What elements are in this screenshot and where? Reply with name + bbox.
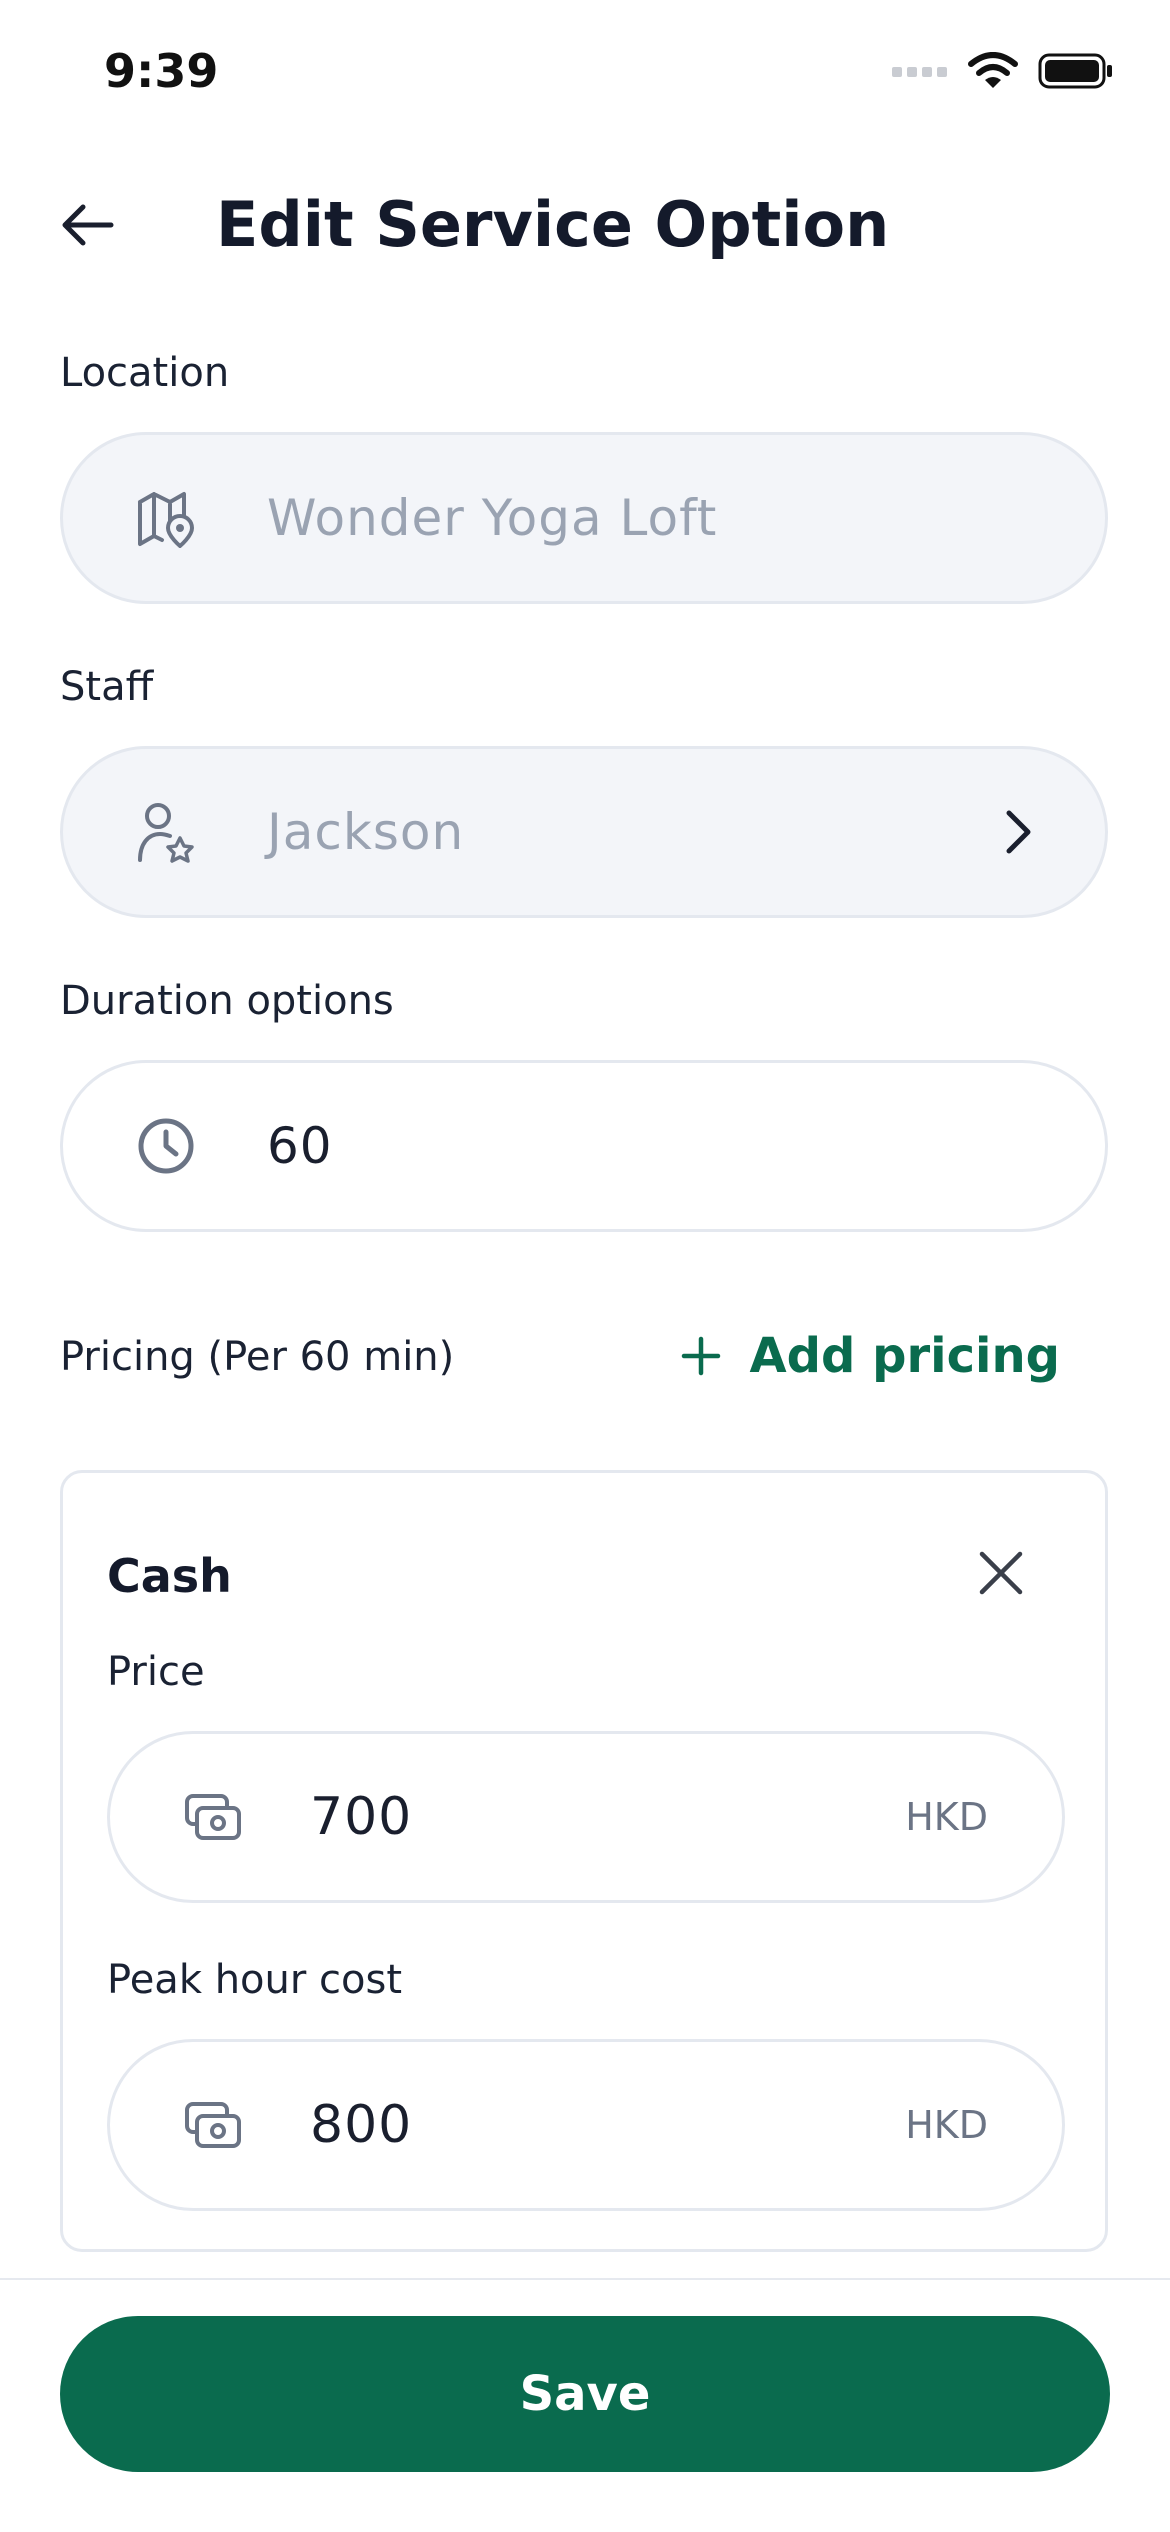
status-time: 9:39 — [104, 44, 219, 98]
location-value: Wonder Yoga Loft — [267, 489, 718, 547]
pricing-type-title: Cash — [107, 1549, 232, 1603]
remove-pricing-button[interactable] — [971, 1543, 1031, 1603]
staff-selector[interactable]: Jackson — [60, 746, 1108, 918]
user-star-icon — [133, 799, 199, 865]
peak-hour-label: Peak hour cost — [107, 1957, 403, 2003]
location-field: Wonder Yoga Loft — [60, 432, 1108, 604]
peak-hour-input[interactable]: 800 HKD — [107, 2039, 1065, 2211]
status-icons — [892, 52, 1114, 90]
peak-hour-currency: HKD — [905, 2103, 988, 2147]
battery-icon — [1038, 53, 1112, 89]
duration-value: 60 — [267, 1117, 333, 1175]
plus-icon — [681, 1336, 720, 1376]
arrow-left-icon — [62, 204, 114, 246]
pricing-label: Pricing (Per 60 min) — [60, 1334, 455, 1380]
price-input[interactable]: 700 HKD — [107, 1731, 1065, 1903]
footer-divider — [0, 2278, 1170, 2280]
status-bar: 9:39 — [0, 0, 1170, 150]
app-screen: 9:39 Edit Service Option Location Wonder… — [0, 0, 1170, 2532]
price-currency: HKD — [905, 1795, 988, 1839]
staff-value: Jackson — [267, 803, 465, 861]
cash-icon — [180, 1784, 246, 1850]
price-value: 700 — [310, 1787, 413, 1847]
clock-icon — [133, 1113, 199, 1179]
map-pin-icon — [133, 485, 199, 551]
add-pricing-label: Add pricing — [749, 1328, 1061, 1384]
save-button[interactable]: Save — [60, 2316, 1110, 2472]
duration-label: Duration options — [60, 978, 394, 1024]
price-label: Price — [107, 1649, 205, 1695]
close-icon — [979, 1551, 1023, 1595]
peak-hour-value: 800 — [310, 2095, 413, 2155]
pricing-card: Cash Price 700 HKD Peak hour cost 800 HK… — [60, 1470, 1108, 2252]
back-button[interactable] — [52, 190, 122, 260]
location-label: Location — [60, 350, 230, 396]
staff-label: Staff — [60, 664, 154, 710]
signal-icon — [892, 67, 947, 77]
add-pricing-button[interactable]: Add pricing — [680, 1328, 1061, 1384]
duration-input[interactable]: 60 — [60, 1060, 1108, 1232]
chevron-right-icon — [993, 807, 1043, 857]
cash-icon — [180, 2092, 246, 2158]
page-title: Edit Service Option — [216, 188, 890, 261]
wifi-icon — [968, 52, 1018, 88]
